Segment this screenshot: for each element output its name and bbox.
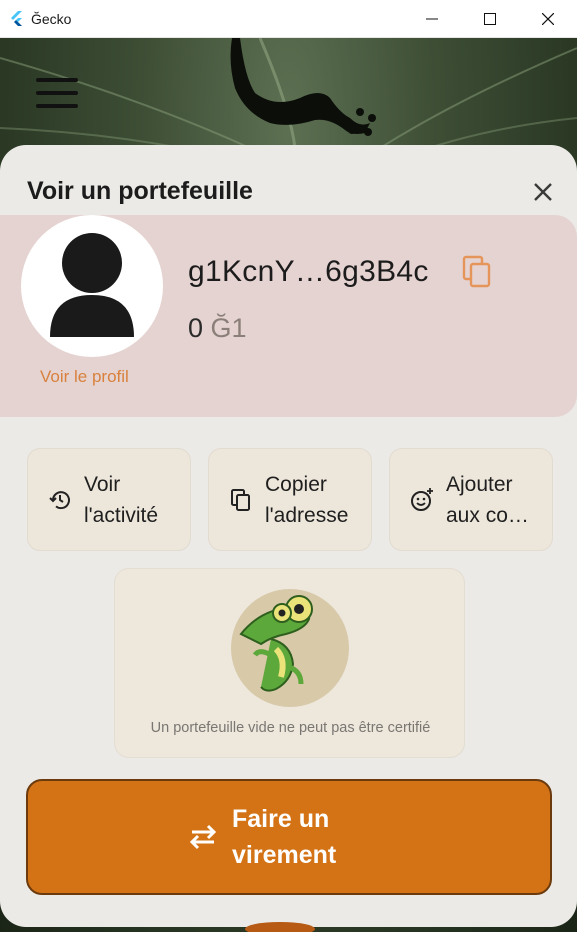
wallet-header-card: Voir le profil g1KcnY…6g3B4c 0 Ğ1 bbox=[0, 215, 577, 417]
transfer-label: Faire un virement bbox=[232, 805, 337, 869]
certification-card: Un portefeuille vide ne peut pas être ce… bbox=[114, 568, 465, 758]
maximize-icon bbox=[484, 13, 496, 25]
copy-address-button[interactable]: Copier l'adresse bbox=[208, 448, 372, 551]
wallet-balance: 0 Ğ1 bbox=[188, 313, 247, 344]
view-activity-button[interactable]: Voir l'activité bbox=[27, 448, 191, 551]
swap-arrows-icon bbox=[189, 824, 217, 850]
history-icon bbox=[46, 486, 74, 514]
copy-icon bbox=[227, 486, 255, 514]
view-profile-link[interactable]: Voir le profil bbox=[40, 367, 129, 387]
add-reaction-icon bbox=[408, 486, 436, 514]
copy-address-icon[interactable] bbox=[462, 255, 492, 289]
bottom-decoration bbox=[245, 922, 315, 932]
avatar[interactable] bbox=[21, 215, 163, 357]
sheet-title: Voir un portefeuille bbox=[27, 177, 253, 205]
minimize-button[interactable] bbox=[403, 0, 461, 38]
maximize-button[interactable] bbox=[461, 0, 519, 38]
balance-value: 0 bbox=[188, 313, 204, 343]
gecko-icon bbox=[239, 595, 313, 692]
gecko-mascot-image bbox=[231, 589, 349, 707]
transfer-button[interactable]: Faire un virement bbox=[26, 779, 552, 895]
close-sheet-button[interactable] bbox=[529, 178, 557, 206]
close-icon bbox=[534, 183, 552, 201]
window-titlebar: Ğecko bbox=[0, 0, 577, 38]
action-row: Voir l'activité Copier l'adresse Ajouter… bbox=[27, 448, 553, 551]
copy-address-label: Copier l'adresse bbox=[265, 472, 349, 527]
menu-button[interactable] bbox=[36, 78, 78, 108]
balance-unit: Ğ1 bbox=[210, 313, 247, 343]
certification-message: Un portefeuille vide ne peut pas être ce… bbox=[150, 720, 431, 736]
add-contact-label: Ajouter aux co… bbox=[446, 472, 529, 527]
flutter-logo-icon bbox=[11, 10, 22, 26]
wallet-sheet: Voir un portefeuille Voir le profil g1Kc… bbox=[0, 145, 577, 927]
wallet-address: g1KcnY…6g3B4c bbox=[188, 255, 429, 288]
view-activity-label: Voir l'activité bbox=[84, 472, 159, 527]
close-icon bbox=[542, 13, 554, 25]
add-contact-button[interactable]: Ajouter aux co… bbox=[389, 448, 553, 551]
window-close-button[interactable] bbox=[519, 0, 577, 38]
person-icon bbox=[50, 233, 134, 337]
minimize-icon bbox=[426, 18, 438, 20]
window-title: Ğecko bbox=[31, 10, 72, 27]
